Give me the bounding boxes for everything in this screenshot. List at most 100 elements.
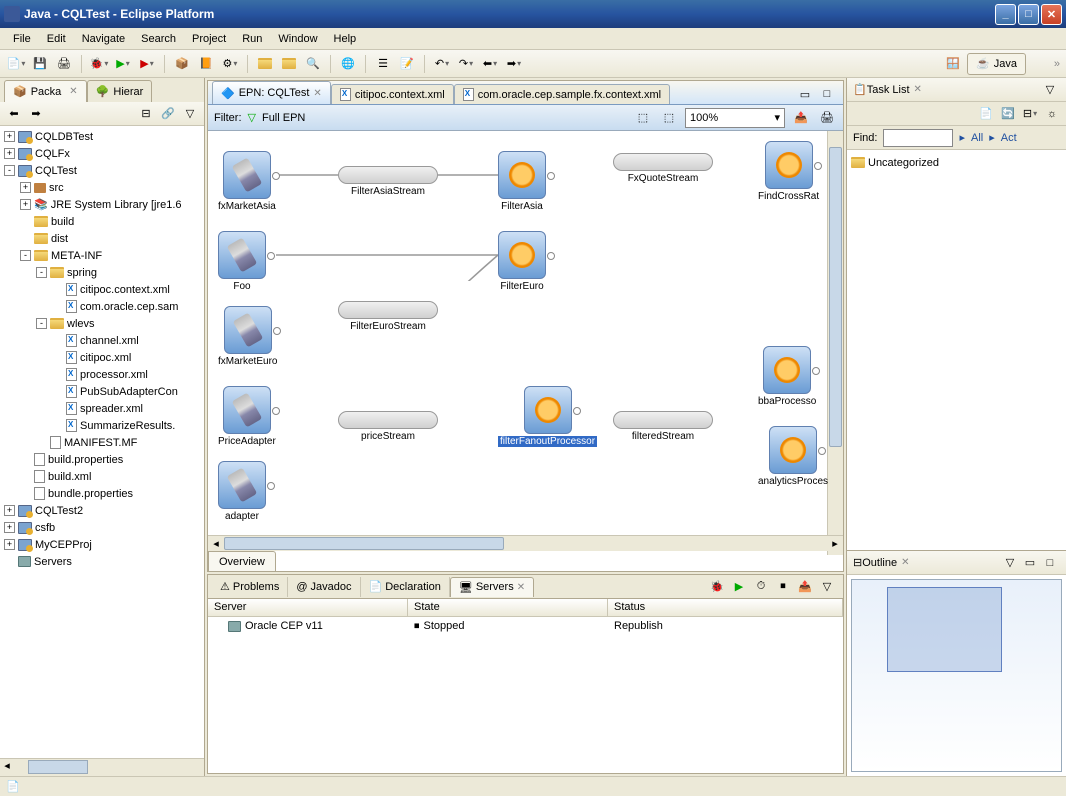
find-input[interactable] — [883, 129, 953, 147]
close-icon[interactable]: ✕ — [901, 557, 909, 568]
menu-run[interactable]: Run — [235, 31, 269, 47]
save-button[interactable]: 💾 — [30, 54, 50, 74]
menu-navigate[interactable]: Navigate — [75, 31, 132, 47]
menu-search[interactable]: Search — [134, 31, 183, 47]
tab-problems[interactable]: ⚠ Problems — [212, 577, 288, 597]
close-icon[interactable]: ✕ — [69, 86, 77, 97]
horizontal-scrollbar[interactable]: ◂ — [0, 758, 204, 776]
epn-node-analyticsProces[interactable]: analyticsProces — [758, 426, 828, 487]
tree-item[interactable]: citipoc.xml — [2, 349, 202, 366]
port-out[interactable] — [573, 407, 581, 415]
menu-project[interactable]: Project — [185, 31, 233, 47]
tree-toggle-icon[interactable]: - — [36, 267, 47, 278]
run-ext-button[interactable]: ▶▾ — [137, 54, 157, 74]
categorize-icon[interactable]: ⊟▾ — [1020, 104, 1040, 124]
collapse-icon[interactable]: ⊟ — [136, 104, 156, 124]
outline-body[interactable] — [847, 575, 1066, 776]
tree-item[interactable]: +CQLDBTest — [2, 128, 202, 145]
tree-toggle-icon[interactable]: + — [4, 131, 15, 142]
tree-toggle-icon[interactable]: + — [4, 522, 15, 533]
tree-toggle-icon[interactable]: - — [36, 318, 47, 329]
epn-node-FilterEuro[interactable]: FilterEuro — [498, 231, 546, 292]
epn-canvas[interactable]: ◂▸ Overview fxMarketAsia FilterAsiaStream… — [208, 131, 843, 571]
tree-item[interactable]: +📚JRE System Library [jre1.6 — [2, 196, 202, 213]
epn-node-FindCrossRat[interactable]: FindCrossRat — [758, 141, 819, 202]
overview-tab[interactable]: Overview — [208, 551, 276, 571]
tree-item[interactable]: bundle.properties — [2, 485, 202, 502]
tree-item[interactable]: build — [2, 213, 202, 230]
epn-node-fxMarketAsia[interactable]: fxMarketAsia — [218, 151, 276, 212]
tree-item[interactable]: -wlevs — [2, 315, 202, 332]
menu-window[interactable]: Window — [271, 31, 324, 47]
canvas-h-scrollbar[interactable]: ◂▸ — [208, 535, 843, 551]
close-icon[interactable]: ✕ — [517, 582, 525, 593]
port-out[interactable] — [272, 407, 280, 415]
tree-item[interactable]: +src — [2, 179, 202, 196]
menu-file[interactable]: File — [6, 31, 38, 47]
tree-item[interactable]: PubSubAdapterCon — [2, 383, 202, 400]
epn-node-adapter[interactable]: adapter — [218, 461, 266, 522]
new-type-button[interactable]: ⚙▾ — [220, 54, 240, 74]
epn-node-priceStream[interactable]: priceStream — [338, 411, 438, 442]
minimize-editor-icon[interactable]: ▭ — [795, 84, 815, 104]
open-type-button[interactable] — [279, 54, 299, 74]
tree-item[interactable]: build.properties — [2, 451, 202, 468]
menu-help[interactable]: Help — [327, 31, 364, 47]
tree-toggle-icon[interactable]: + — [4, 148, 15, 159]
chevron-right-icon[interactable]: » — [1030, 58, 1060, 70]
new-class-button[interactable]: 📙 — [196, 54, 216, 74]
epn-node-FilterAsiaStream[interactable]: FilterAsiaStream — [338, 166, 438, 197]
tree-item[interactable]: Servers — [2, 553, 202, 570]
tree-item[interactable]: -spring — [2, 264, 202, 281]
epn-node-PriceAdapter[interactable]: PriceAdapter — [218, 386, 276, 447]
tree-item[interactable]: +MyCEPProj — [2, 536, 202, 553]
tree-item[interactable]: +csfb — [2, 519, 202, 536]
tree-item[interactable]: citipoc.context.xml — [2, 281, 202, 298]
annotate-button[interactable]: 📝 — [397, 54, 417, 74]
tab-hierarchy[interactable]: 🌳 Hierar — [87, 80, 153, 102]
tab-package-explorer[interactable]: 📦 Packa✕ — [4, 80, 87, 102]
tree-item[interactable]: processor.xml — [2, 366, 202, 383]
tree-item[interactable]: dist — [2, 230, 202, 247]
layout-icon-1[interactable]: ⬚ — [633, 108, 653, 128]
port-out[interactable] — [267, 482, 275, 490]
outline-button[interactable]: ☰ — [373, 54, 393, 74]
epn-node-fxMarketEuro[interactable]: fxMarketEuro — [218, 306, 277, 367]
col-state[interactable]: State — [408, 599, 608, 616]
zoom-select[interactable]: 100%▾ — [685, 108, 785, 128]
col-server[interactable]: Server — [208, 599, 408, 616]
tab-epn-cqltest[interactable]: 🔷 EPN: CQLTest ✕ — [212, 81, 331, 104]
epn-node-filterFanoutProcessor[interactable]: filterFanoutProcessor — [498, 386, 597, 447]
tree-item[interactable]: spreader.xml — [2, 400, 202, 417]
canvas-v-scrollbar[interactable] — [827, 131, 843, 555]
close-icon[interactable]: ✕ — [313, 88, 321, 99]
sync-icon[interactable]: 🔄 — [998, 104, 1018, 124]
tree-item[interactable]: MANIFEST.MF — [2, 434, 202, 451]
debug-server-icon[interactable]: 🐞 — [707, 577, 727, 597]
uncategorized-item[interactable]: Uncategorized — [851, 154, 1062, 171]
tree-toggle-icon[interactable]: + — [4, 539, 15, 550]
fwd-icon[interactable]: ➡ — [26, 104, 46, 124]
port-out[interactable] — [267, 252, 275, 260]
maximize-button[interactable]: □ — [1018, 4, 1039, 25]
table-row[interactable]: Oracle CEP v11 ⏹ Stopped Republish — [208, 617, 843, 635]
epn-node-filteredStream[interactable]: filteredStream — [613, 411, 713, 442]
layout-icon-2[interactable]: ⬚ — [659, 108, 679, 128]
port-out[interactable] — [818, 447, 826, 455]
tree-toggle-icon[interactable]: + — [20, 199, 31, 210]
menu-icon[interactable]: ▽ — [180, 104, 200, 124]
epn-node-FxQuoteStream[interactable]: FxQuoteStream — [613, 153, 713, 184]
new-button[interactable]: 📄▾ — [6, 54, 26, 74]
close-button[interactable]: ✕ — [1041, 4, 1062, 25]
globe-button[interactable]: 🌐 — [338, 54, 358, 74]
outline-viewport[interactable] — [887, 587, 1002, 672]
new-package-button[interactable]: 📦 — [172, 54, 192, 74]
tree-item[interactable]: channel.xml — [2, 332, 202, 349]
epn-node-FilterEuroStream[interactable]: FilterEuroStream — [338, 301, 438, 332]
debug-button[interactable]: 🐞▾ — [89, 54, 109, 74]
all-link[interactable]: All — [971, 132, 983, 144]
back-icon[interactable]: ⬅ — [4, 104, 24, 124]
tree-item[interactable]: com.oracle.cep.sam — [2, 298, 202, 315]
tab-declaration[interactable]: 📄 Declaration — [361, 577, 450, 597]
back-button[interactable]: ⬅▾ — [480, 54, 500, 74]
